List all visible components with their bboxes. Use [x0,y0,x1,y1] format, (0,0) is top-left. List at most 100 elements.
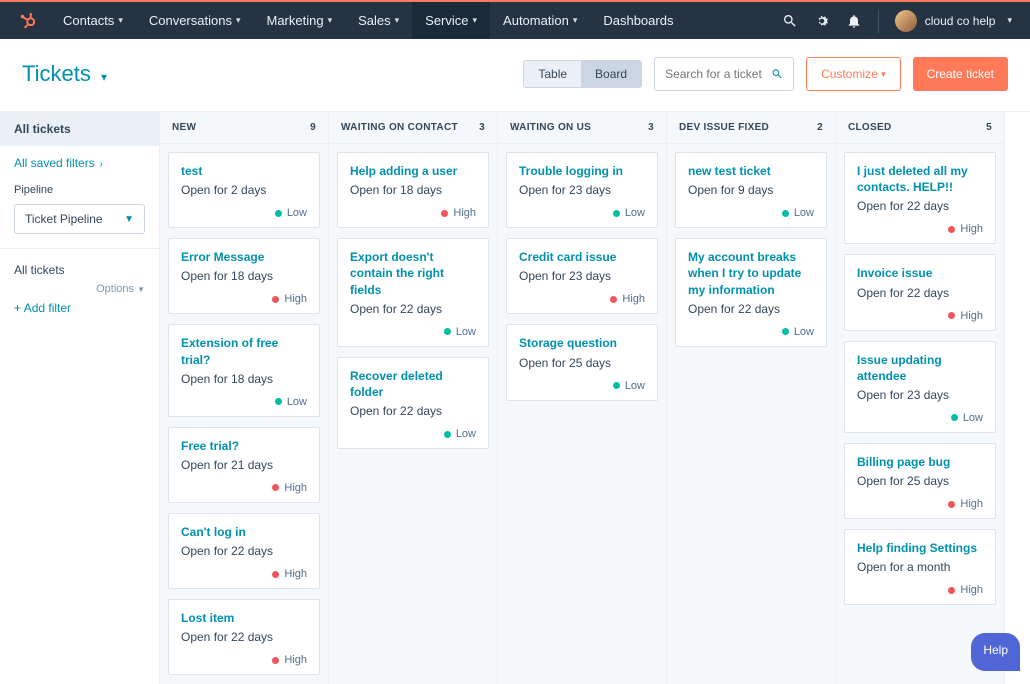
bell-icon[interactable] [846,13,862,29]
ticket-title[interactable]: Recover deleted folder [350,368,476,400]
ticket-title[interactable]: Free trial? [181,438,307,454]
nav-item-automation[interactable]: Automation▾ [490,2,590,39]
user-menu[interactable]: cloud co help ▾ [878,9,1012,33]
gear-icon[interactable] [814,13,830,29]
priority-dot [275,210,282,217]
ticket-card[interactable]: Extension of free trial? Open for 18 days… [168,324,320,416]
ticket-title[interactable]: Error Message [181,249,307,265]
ticket-title[interactable]: I just deleted all my contacts. HELP!! [857,163,983,195]
ticket-title[interactable]: Trouble logging in [519,163,645,179]
column-name: WAITING ON CONTACT [341,122,458,133]
priority-label: Low [794,326,814,338]
ticket-card[interactable]: Can't log inOpen for 22 daysHigh [168,513,320,589]
ticket-card[interactable]: Recover deleted folderOpen for 22 daysLo… [337,357,489,449]
priority-label: Low [287,396,307,408]
ticket-card[interactable]: Trouble logging inOpen for 23 daysLow [506,152,658,228]
priority-dot [272,571,279,578]
nav-item-service[interactable]: Service▾ [412,2,490,39]
priority-dot [613,210,620,217]
chevron-down-icon: ▾ [395,15,400,26]
ticket-card[interactable]: Billing page bugOpen for 25 daysHigh [844,443,996,519]
customize-button[interactable]: Customize ▾ [806,57,901,91]
ticket-title[interactable]: Help finding Settings [857,540,983,556]
nav-item-marketing[interactable]: Marketing▾ [253,2,345,39]
nav-item-conversations[interactable]: Conversations▾ [136,2,254,39]
column-count: 3 [479,122,485,133]
page-header: Tickets ▾ Table Board Customize ▾ Create… [0,39,1030,112]
ticket-title[interactable]: Help adding a user [350,163,476,179]
nav-item-sales[interactable]: Sales▾ [345,2,412,39]
ticket-title[interactable]: Invoice issue [857,265,983,281]
ticket-footer: Low [181,396,307,408]
ticket-card[interactable]: Storage questionOpen for 25 daysLow [506,324,658,400]
column-name: DEV ISSUE FIXED [679,122,769,133]
sidebar-saved-filters-link[interactable]: All saved filters › [0,146,159,180]
ticket-card[interactable]: Export doesn't contain the right fieldsO… [337,238,489,347]
ticket-title[interactable]: test [181,163,307,179]
ticket-title[interactable]: Credit card issue [519,249,645,265]
ticket-title[interactable]: Can't log in [181,524,307,540]
ticket-title[interactable]: Extension of free trial? [181,335,307,367]
priority-label: High [284,654,307,666]
chevron-down-icon: ▾ [118,15,123,26]
table-view-button[interactable]: Table [524,61,581,87]
ticket-footer: High [181,482,307,494]
ticket-open-duration: Open for 18 days [350,183,476,197]
board-column: NEW9testOpen for 2 daysLowError MessageO… [159,112,329,684]
ticket-open-duration: Open for 18 days [181,372,307,386]
priority-dot [948,587,955,594]
pipeline-select[interactable]: Ticket Pipeline ▼ [14,204,145,234]
options-link[interactable]: Options ▼ [96,283,145,295]
ticket-title[interactable]: new test ticket [688,163,814,179]
ticket-card[interactable]: new test ticketOpen for 9 daysLow [675,152,827,228]
priority-dot [441,210,448,217]
search-input-wrapper[interactable] [654,57,794,91]
column-body: Trouble logging inOpen for 23 daysLow Cre… [498,144,666,684]
column-header: NEW9 [160,112,328,144]
sidebar-all-tickets[interactable]: All tickets [0,112,159,146]
board-column: WAITING ON CONTACT 3 Help adding a user Ope… [328,112,498,684]
search-input[interactable] [665,67,770,81]
user-name: cloud co help [925,14,996,28]
ticket-card[interactable]: My account breaks when I try to update m… [675,238,827,347]
ticket-card[interactable]: Credit card issueOpen for 23 daysHigh [506,238,658,314]
help-fab[interactable]: Help [971,633,1020,671]
ticket-card[interactable]: Issue updating attendeeOpen for 23 daysL… [844,341,996,433]
nav-item-dashboards[interactable]: Dashboards [590,2,686,39]
ticket-footer: Low [688,326,814,338]
ticket-card[interactable]: I just deleted all my contacts. HELP!!Op… [844,152,996,244]
ticket-card[interactable]: Invoice issueOpen for 22 daysHigh [844,254,996,330]
ticket-footer: Low [688,207,814,219]
ticket-card[interactable]: Free trial? Open for 21 days High [168,427,320,503]
ticket-title[interactable]: Issue updating attendee [857,352,983,384]
ticket-open-duration: Open for 21 days [181,458,307,472]
ticket-title[interactable]: Lost item [181,610,307,626]
avatar [895,10,917,32]
page-title[interactable]: Tickets ▾ [22,61,107,87]
board-view-button[interactable]: Board [581,61,641,87]
ticket-title[interactable]: Billing page bug [857,454,983,470]
hubspot-logo[interactable] [18,12,36,30]
ticket-open-duration: Open for 23 days [519,269,645,283]
priority-dot [951,414,958,421]
ticket-card[interactable]: Help finding SettingsOpen for a monthHig… [844,529,996,605]
ticket-title[interactable]: Export doesn't contain the right fields [350,249,476,298]
chevron-down-icon: ▾ [328,15,333,26]
add-filter-link[interactable]: + Add filter [0,295,159,321]
search-icon [771,67,784,81]
priority-dot [948,312,955,319]
search-icon[interactable] [782,13,798,29]
ticket-card[interactable]: testOpen for 2 daysLow [168,152,320,228]
ticket-card[interactable]: Lost itemOpen for 22 daysHigh [168,599,320,675]
ticket-card[interactable]: Help adding a user Open for 18 days High [337,152,489,228]
ticket-title[interactable]: My account breaks when I try to update m… [688,249,814,298]
nav-item-contacts[interactable]: Contacts▾ [50,2,136,39]
divider [0,248,159,249]
ticket-footer: High [350,207,476,219]
chevron-down-icon: ▾ [101,70,107,84]
main-nav: Contacts▾Conversations▾Marketing▾Sales▾S… [50,2,686,39]
create-ticket-button[interactable]: Create ticket [913,57,1008,91]
priority-label: High [453,207,476,219]
ticket-title[interactable]: Storage question [519,335,645,351]
ticket-card[interactable]: Error MessageOpen for 18 daysHigh [168,238,320,314]
